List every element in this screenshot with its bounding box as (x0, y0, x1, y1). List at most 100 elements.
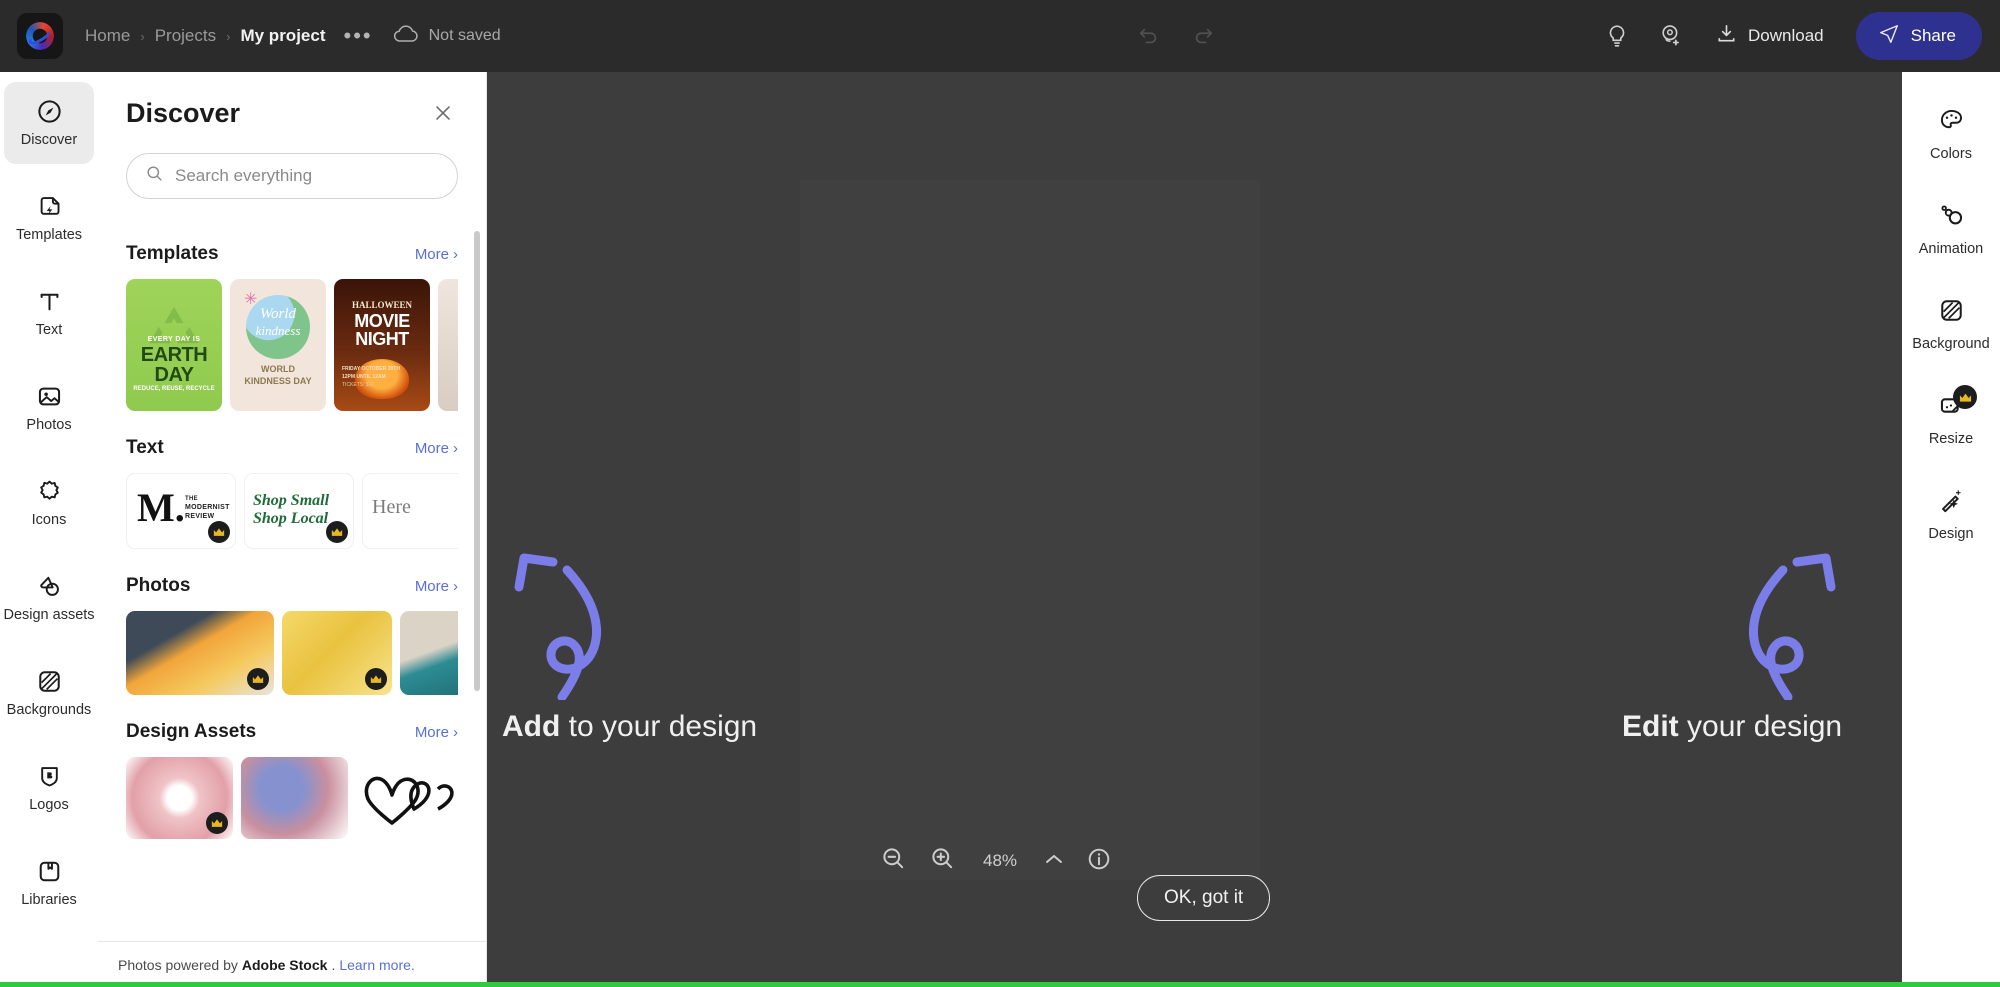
templates-more-link[interactable]: More › (415, 246, 458, 263)
photos-more-link[interactable]: More › (415, 578, 458, 595)
learn-more-link[interactable]: Learn more. (339, 957, 414, 973)
photo-thumbnail[interactable] (126, 611, 274, 695)
templates-thumbnail-row[interactable]: EVERY DAY IS EARTH DAY REDUCE, REUSE, RE… (126, 279, 458, 411)
sidebar-item-label: Templates (15, 227, 83, 243)
lightbulb-icon[interactable] (1593, 12, 1641, 60)
sidebar-item-text[interactable]: Text (4, 272, 94, 354)
adobe-creative-cloud-logo-icon[interactable] (17, 13, 63, 59)
footer-prefix: Photos powered by (118, 956, 238, 973)
right-item-label: Colors (1930, 145, 1972, 162)
section-templates: Templates More › EVERY DAY IS EARTH DAY … (98, 243, 486, 411)
animation-icon (1938, 202, 1965, 234)
right-item-label: Animation (1918, 240, 1984, 257)
premium-crown-icon (326, 521, 348, 543)
sidebar-item-label: Text (35, 322, 63, 338)
top-bar: Home › Projects › My project ••• Not sav… (0, 0, 2000, 72)
text-thumbnail-row[interactable]: M. THE MODERNIST REVIEW Shop Small Shop … (126, 473, 458, 549)
design-asset-thumbnail[interactable] (126, 757, 233, 839)
right-item-background[interactable]: Background (1905, 284, 1997, 364)
section-title: Text (126, 437, 164, 458)
panel-scroll-area[interactable]: Templates More › EVERY DAY IS EARTH DAY … (98, 217, 486, 941)
sidebar-item-label: Design assets (3, 607, 95, 623)
sidebar-item-label: Discover (20, 132, 78, 148)
cloud-icon (393, 24, 419, 49)
download-button[interactable]: Download (1701, 13, 1842, 59)
more-label: More (414, 440, 449, 457)
sidebar-item-discover[interactable]: Discover (4, 82, 94, 164)
search-placeholder: Search everything (175, 166, 313, 185)
right-item-design[interactable]: Design (1905, 474, 1997, 554)
premium-crown-icon (247, 668, 269, 690)
template-thumbnail[interactable]: EVERY DAY IS EARTH DAY REDUCE, REUSE, RE… (126, 279, 222, 411)
zoom-level-value[interactable]: 48% (978, 851, 1022, 871)
template-line: World (259, 306, 297, 322)
add-collaborator-icon[interactable] (1647, 12, 1695, 60)
design-asset-thumbnail[interactable] (241, 757, 348, 839)
canvas-page[interactable] (800, 180, 1260, 880)
template-line: 12PM UNTIL 12AM (342, 374, 386, 380)
download-icon (1715, 22, 1738, 50)
search-input[interactable]: Search everything (126, 153, 458, 199)
zoom-toolbar: 48% (880, 845, 1112, 877)
template-thumbnail[interactable]: HALLOWEEN MOVIE NIGHT FRIDAY OCTOBER 30T… (334, 279, 430, 411)
right-item-animation[interactable]: Animation (1905, 189, 1997, 269)
chevron-up-icon[interactable] (1044, 852, 1064, 871)
project-overflow-menu-button[interactable]: ••• (340, 25, 377, 47)
sidebar-item-libraries[interactable]: Libraries (4, 842, 94, 924)
template-line: FRIDAY OCTOBER 30TH (342, 366, 400, 372)
photos-thumbnail-row[interactable] (126, 611, 458, 695)
send-icon (1878, 23, 1900, 50)
more-label: More (414, 724, 449, 741)
breadcrumb-home[interactable]: Home (85, 26, 130, 46)
template-line: KINDNESS DAY (244, 376, 312, 386)
undo-icon[interactable] (1125, 12, 1173, 60)
premium-crown-icon (208, 521, 230, 543)
text-asset-thumbnail[interactable]: Shop Small Shop Local (244, 473, 354, 549)
sidebar-item-icons[interactable]: Icons (4, 462, 94, 544)
background-icon (1938, 297, 1965, 329)
design-assets-thumbnail-row[interactable] (126, 757, 458, 839)
template-line: DAY (154, 364, 194, 386)
ok-got-it-button[interactable]: OK, got it (1137, 875, 1271, 921)
more-label: More (414, 246, 449, 263)
right-item-resize[interactable]: Resize (1905, 379, 1997, 459)
zoom-out-icon[interactable] (880, 845, 907, 877)
breadcrumb-projects[interactable]: Projects (155, 26, 216, 46)
breadcrumb-my-project[interactable]: My project (240, 26, 325, 46)
sidebar-item-templates[interactable]: Templates (4, 177, 94, 259)
share-label: Share (1910, 26, 1956, 45)
right-item-label: Resize (1928, 430, 1974, 447)
redo-icon[interactable] (1179, 12, 1227, 60)
top-bar-actions: Download Share (1125, 12, 2000, 60)
panel-scrollbar[interactable] (474, 231, 480, 691)
zoom-in-icon[interactable] (929, 845, 956, 877)
sidebar-item-logos[interactable]: Logos (4, 747, 94, 829)
design-assets-more-link[interactable]: More › (415, 724, 458, 741)
text-asset-thumbnail[interactable]: Here (362, 473, 458, 549)
template-line: HALLOWEEN (351, 300, 412, 310)
sidebar-item-label: Icons (31, 512, 67, 528)
right-item-colors[interactable]: Colors (1905, 94, 1997, 174)
sidebar-item-design-assets[interactable]: Design assets (3, 557, 95, 639)
share-button[interactable]: Share (1855, 12, 1982, 60)
text-asset-line: Shop Local (253, 510, 329, 527)
text-more-link[interactable]: More › (415, 440, 458, 457)
design-asset-thumbnail[interactable] (356, 757, 458, 839)
premium-crown-icon (365, 668, 387, 690)
close-icon[interactable] (428, 98, 458, 133)
right-sidebar: Colors Animation Background Resize Desig… (1902, 72, 2000, 987)
text-asset-thumbnail[interactable]: M. THE MODERNIST REVIEW (126, 473, 236, 549)
photo-thumbnail[interactable] (282, 611, 392, 695)
sidebar-item-photos[interactable]: Photos (4, 367, 94, 449)
save-status: Not saved (393, 24, 501, 49)
chevron-right-icon: › (453, 724, 458, 741)
info-icon[interactable] (1086, 846, 1112, 877)
section-title: Photos (126, 575, 191, 596)
sidebar-item-backgrounds[interactable]: Backgrounds (4, 652, 94, 734)
panel-title: Discover (126, 98, 241, 128)
template-thumbnail[interactable]: ✳ World kindness WORLD KINDNESS DAY (230, 279, 326, 411)
template-thumbnail[interactable] (438, 279, 458, 411)
text-asset-line: THE (185, 496, 198, 502)
left-sidebar: Discover Templates Text Photos Icons Des… (0, 72, 98, 987)
photo-thumbnail[interactable] (400, 611, 458, 695)
